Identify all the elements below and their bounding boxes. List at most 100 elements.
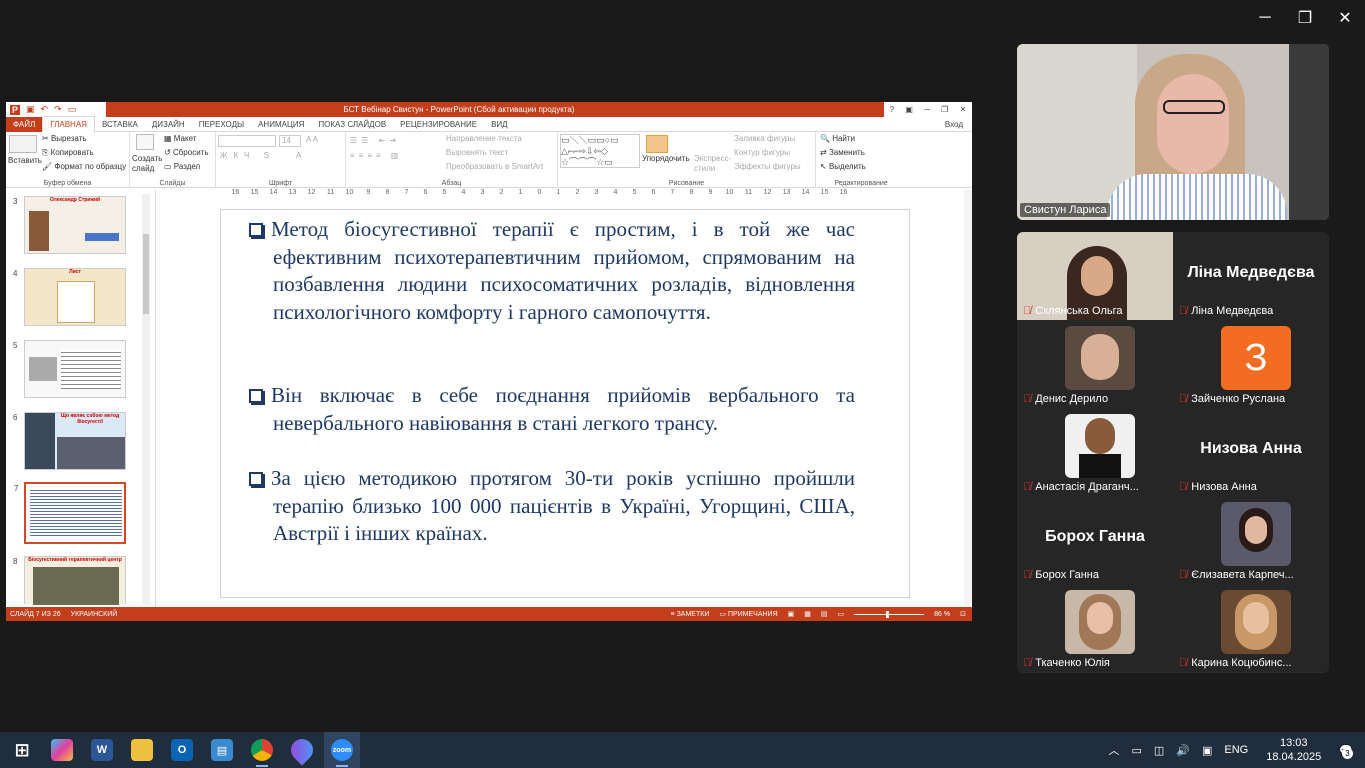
format-painter-button[interactable]: 🖌 Формат по образцу (42, 162, 126, 171)
windows-start-button[interactable]: ⊞ (4, 732, 40, 768)
reset-button[interactable]: ↺ Сбросить (164, 148, 209, 157)
thumbnail-slide-6[interactable]: 6 Що являє собою метод біосугестії (13, 412, 126, 470)
language-indicator[interactable]: УКРАИНСКИЙ (71, 611, 118, 618)
layout-button[interactable]: ▦ Макет (164, 134, 196, 143)
slide-bullet-2[interactable]: Він включає в себе поєднання прийомів ве… (249, 382, 855, 437)
notifications-button[interactable]: 💬3 (1339, 744, 1353, 759)
shape-fill-button[interactable]: Заливка фигуры (734, 134, 795, 143)
copy-button[interactable]: ⎘ Копировать (42, 148, 94, 158)
clock[interactable]: 13:03 18.04.2025 (1266, 736, 1321, 764)
minimize-button[interactable]: ─ (1245, 0, 1285, 36)
thumbnail-slide-8[interactable]: 8 Біосугестивний терапевтичний центр (13, 556, 126, 605)
slideshow-view-icon[interactable]: ▭ (838, 610, 845, 618)
participant-tile[interactable]: 🎙̸ Карина Коцюбинс... (1173, 584, 1329, 672)
font-color-icon[interactable]: A (296, 151, 301, 160)
font-name-input[interactable] (218, 135, 276, 147)
volume-icon[interactable]: 🔊 (1176, 744, 1190, 757)
tab-review[interactable]: РЕЦЕНЗИРОВАНИЕ (393, 117, 484, 132)
tab-view[interactable]: ВИД (484, 117, 515, 132)
replace-button[interactable]: ⇄ Заменить (820, 148, 865, 157)
new-slide-button[interactable]: Создать слайд (132, 154, 162, 174)
quick-styles-button[interactable]: Экспресс-стили (694, 154, 731, 174)
list-icons[interactable]: ☰☰ ⇤⇥ (350, 136, 400, 145)
align-icons[interactable]: ≡≡≡≡ ▥ (350, 151, 402, 160)
restore-button[interactable]: ❐ (1285, 0, 1325, 36)
ppt-close-button[interactable]: ✕ (960, 105, 967, 114)
participant-tile[interactable]: 🎙̸ Анастасія Драганч... (1017, 408, 1173, 496)
help-button[interactable]: ? (890, 105, 894, 114)
chevron-up-icon[interactable]: ︿ (1108, 742, 1119, 758)
sorter-view-icon[interactable]: ▦ (804, 610, 811, 618)
reading-view-icon[interactable]: ▤ (821, 610, 828, 618)
notes-button[interactable]: ≡ ЗАМЕТКИ (671, 611, 710, 618)
thumbnails-scrollbar[interactable] (142, 194, 150, 604)
participant-tile[interactable]: Борох Ганна 🎙̸ Борох Ганна (1017, 496, 1173, 584)
paste-button[interactable]: Вставить (8, 156, 42, 165)
participant-tile[interactable]: 🎙̸ Ткаченко Юлія (1017, 584, 1173, 672)
font-size-input[interactable]: 14 (279, 135, 301, 147)
zoom-button[interactable]: zoom (324, 732, 360, 768)
outlook-button[interactable]: O (164, 732, 200, 768)
zoom-level[interactable]: 86 % (934, 611, 950, 618)
tab-insert[interactable]: ВСТАВКА (95, 117, 145, 132)
select-button[interactable]: ↖ Выделить (820, 162, 866, 171)
active-speaker-video[interactable]: Свистун Лариса (1017, 44, 1329, 220)
arrange-icon[interactable] (646, 135, 668, 153)
shape-outline-button[interactable]: Контур фигуры (734, 148, 790, 157)
copilot-button[interactable] (44, 732, 80, 768)
word-button[interactable]: W (84, 732, 120, 768)
control-panel-button[interactable]: ▤ (204, 732, 240, 768)
thumbnail-slide-3[interactable]: 3 Олександр Стрижий (13, 196, 126, 254)
thumbnail-slide-7[interactable]: 7 (14, 482, 126, 544)
fit-slide-icon[interactable]: ⊡ (960, 610, 966, 618)
ribbon-options-button[interactable]: ▣ (905, 105, 913, 114)
ppt-minimize-button[interactable]: ─ (924, 105, 930, 114)
close-button[interactable]: ✕ (1325, 0, 1365, 36)
camera-icon[interactable]: ▣ (1202, 744, 1212, 757)
ppt-restore-button[interactable]: ❐ (941, 105, 948, 114)
participant-tile[interactable]: 🎙̸ Єлизавета Карпеч... (1173, 496, 1329, 584)
comments-button[interactable]: ▭ ПРИМЕЧАНИЯ (719, 610, 777, 618)
smartart-button[interactable]: Преобразовать в SmartArt (446, 162, 543, 171)
thumbnail-slide-4[interactable]: 4 Лист (13, 268, 126, 326)
participant-tile[interactable]: 🎙̸ Склянська Ольга (1017, 232, 1173, 320)
thumbnail-slide-5[interactable]: 5 (13, 340, 126, 398)
login-link[interactable]: Вход (938, 117, 970, 132)
find-button[interactable]: 🔍 Найти (820, 134, 855, 143)
shape-effects-button[interactable]: Эффекты фигуры (734, 162, 801, 171)
slide-bullet-3[interactable]: За цією методикою протягом 30-ти років у… (249, 465, 855, 548)
network-icon[interactable]: ◫ (1154, 744, 1164, 757)
font-style-buttons[interactable]: ЖКЧ S (220, 151, 275, 160)
zoom-slider-thumb[interactable] (886, 610, 890, 618)
participant-tile[interactable]: З 🎙̸ Зайченко Руслана (1173, 320, 1329, 408)
participant-tile[interactable]: Ліна Медведєва 🎙̸ Ліна Медведєва (1173, 232, 1329, 320)
slide-canvas[interactable]: Метод біосугестивної терапії є простим, … (220, 209, 910, 598)
file-explorer-button[interactable] (124, 732, 160, 768)
tab-design[interactable]: ДИЗАЙН (145, 117, 192, 132)
text-direction-button[interactable]: Направление текста (446, 134, 522, 143)
cut-button[interactable]: ✂ Вырезать (42, 134, 87, 143)
tab-home[interactable]: ГЛАВНАЯ (42, 115, 95, 133)
participant-tile[interactable]: 🎙̸ Денис Дерило (1017, 320, 1173, 408)
new-slide-icon[interactable] (136, 134, 154, 150)
tab-slideshow[interactable]: ПОКАЗ СЛАЙДОВ (311, 117, 393, 132)
scrollbar-thumb[interactable] (143, 234, 149, 314)
font-grow-icon[interactable]: A A (306, 135, 318, 144)
align-text-button[interactable]: Выровнять текст (446, 148, 508, 157)
paste-icon[interactable] (9, 135, 37, 153)
language-indicator[interactable]: ENG (1224, 744, 1248, 756)
arrange-button[interactable]: Упорядочить (642, 154, 690, 163)
battery-icon[interactable]: ▭ (1131, 744, 1141, 757)
normal-view-icon[interactable]: ▣ (788, 610, 795, 618)
tab-transitions[interactable]: ПЕРЕХОДЫ (192, 117, 251, 132)
participant-tile[interactable]: Низова Анна 🎙̸ Низова Анна (1173, 408, 1329, 496)
section-button[interactable]: ▭ Раздел (164, 162, 200, 171)
chrome-button[interactable] (244, 732, 280, 768)
zoom-slider[interactable] (854, 610, 925, 618)
paint-button[interactable] (284, 732, 320, 768)
slide-scrollbar[interactable] (964, 190, 972, 607)
slide-bullet-1[interactable]: Метод біосугестивної терапії є простим, … (249, 216, 855, 326)
tab-animation[interactable]: АНИМАЦИЯ (251, 117, 311, 132)
tab-file[interactable]: ФАЙЛ (6, 116, 43, 132)
shapes-gallery[interactable]: ▭＼＼▭▭○▭ △⌐⌐⇨⇩⇦◇ ☆⌒⌒⌒☆▭ (560, 134, 640, 168)
